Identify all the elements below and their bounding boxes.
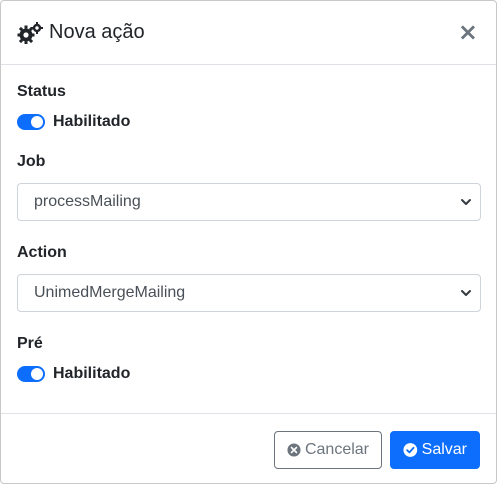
times-circle-icon [287,442,301,457]
check-circle-icon [403,442,418,457]
save-button-label: Salvar [421,440,467,458]
status-label: Status [17,83,66,100]
modal-footer: Cancelar Salvar [1,413,496,485]
pre-switch-row: Habilitado [17,365,480,383]
cancel-button-label: Cancelar [304,440,369,458]
status-switch-label: Habilitado [53,113,131,130]
toggle-knob [31,116,43,128]
pre-label: Pré [17,335,43,352]
job-select-value: processMailing [34,193,141,210]
modal-body: Status Habilitado Job processMailing Act… [1,65,496,413]
job-select[interactable]: processMailing [17,183,481,221]
cancel-button[interactable]: Cancelar [274,430,382,469]
chevron-down-icon [461,199,471,205]
action-select-value: UnimedMergeMailing [34,284,186,301]
pre-switch-label: Habilitado [53,365,131,382]
modal-title: Nova ação [49,21,145,43]
toggle-knob [31,368,43,380]
cogs-icon [17,21,43,44]
save-button[interactable]: Salvar [390,430,480,469]
close-button[interactable]: × [458,20,478,44]
action-label: Action [17,244,67,261]
pre-toggle[interactable] [17,366,45,382]
status-switch-row: Habilitado [17,113,480,131]
modal-header: Nova ação × [1,1,496,65]
chevron-down-icon [461,290,471,296]
action-select[interactable]: UnimedMergeMailing [17,274,481,312]
job-label: Job [17,153,46,170]
status-toggle[interactable] [17,114,45,130]
modal-dialog: Nova ação × Status Habilitado Job proces… [0,0,497,484]
